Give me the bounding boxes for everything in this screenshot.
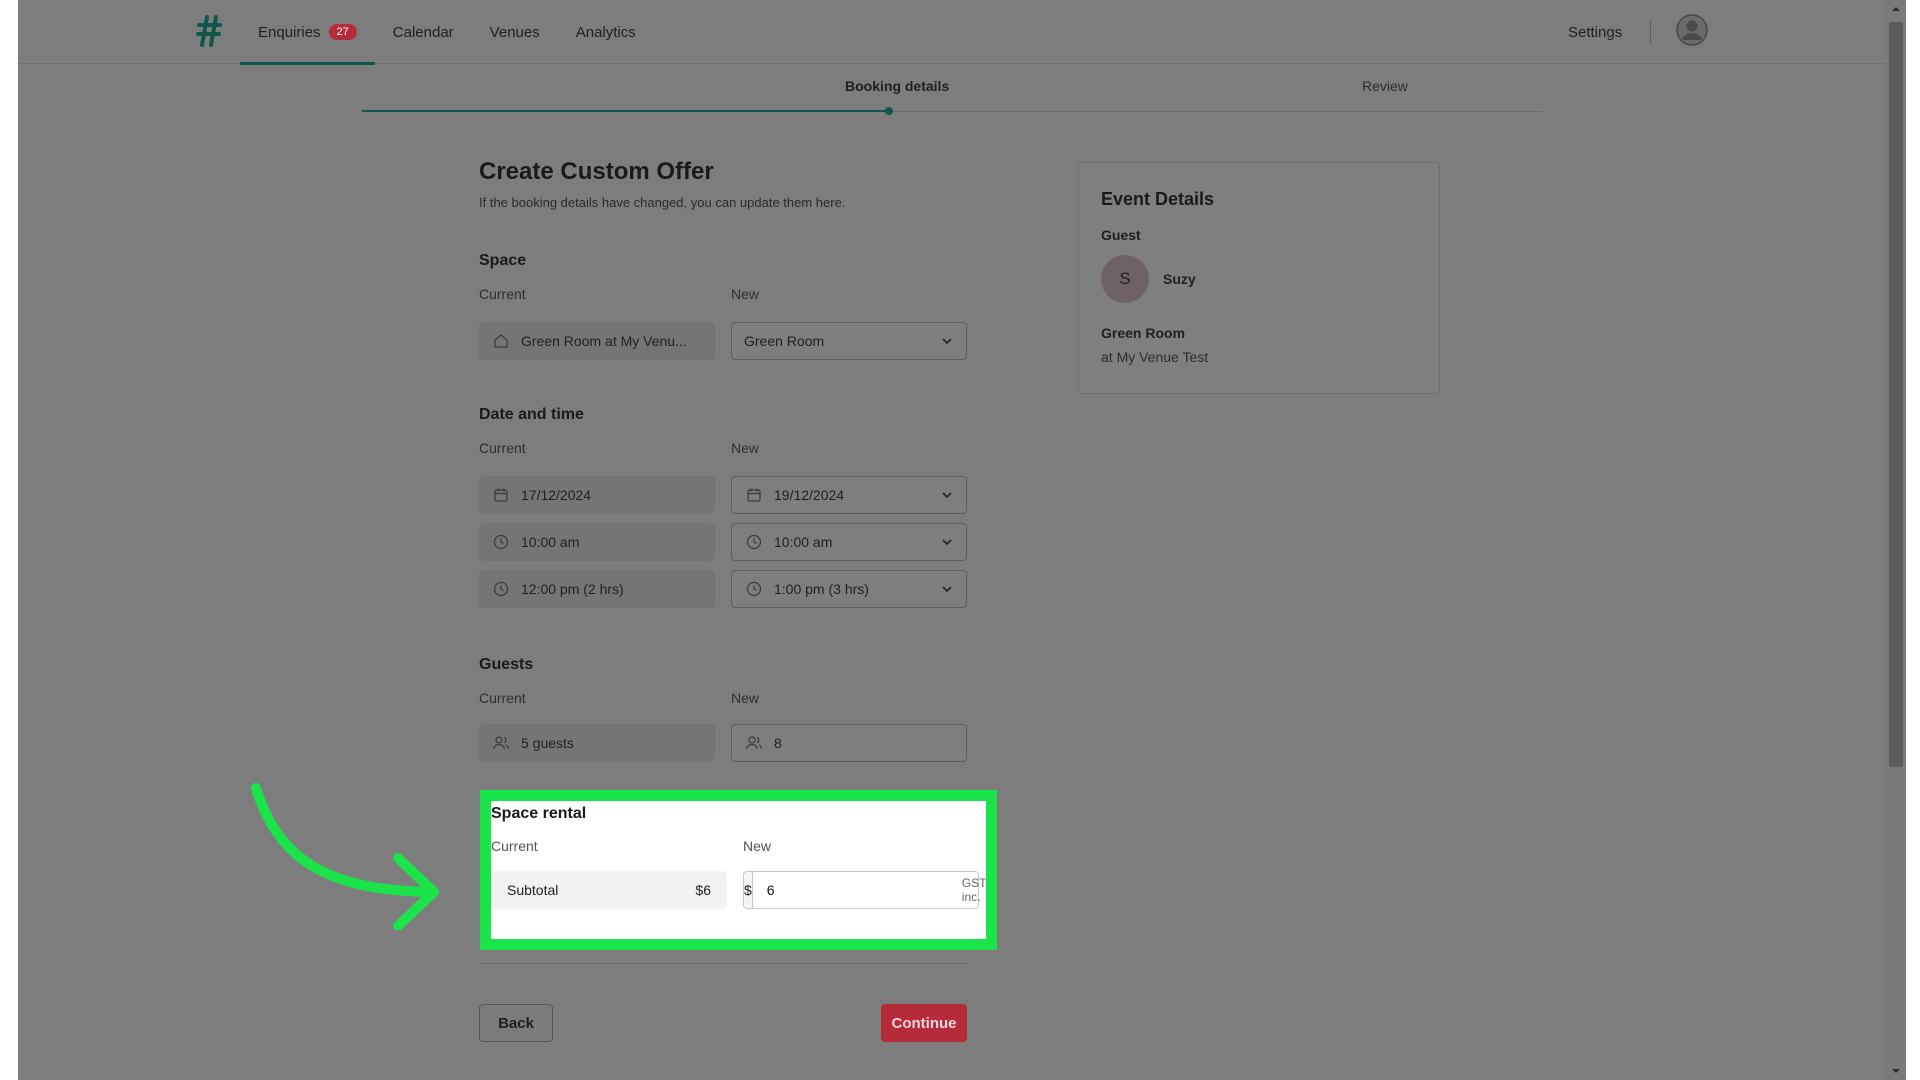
annotation-arrow-icon: [251, 783, 439, 930]
scroll-down-icon[interactable]: [1891, 1066, 1901, 1076]
end-time-current-field: 12:00 pm (2 hrs): [479, 570, 715, 608]
event-details-card: Event Details Guest S Suzy Green Room at…: [1078, 162, 1440, 394]
booking-steps: Booking details Review: [362, 76, 1542, 115]
guest-label: Guest: [1101, 227, 1141, 243]
continue-button[interactable]: Continue: [881, 1004, 967, 1042]
guests-current-label: Current: [479, 690, 526, 706]
steps-progress: [362, 110, 889, 112]
clock-icon: [744, 532, 764, 552]
chevron-down-icon: [940, 488, 954, 502]
nav-analytics-label: Analytics: [575, 23, 636, 41]
space-new-value: Green Room: [744, 333, 825, 349]
start-time-current-value: 10:00 am: [521, 534, 580, 550]
guests-current-field: 5 guests: [479, 724, 715, 762]
space-current-label: Current: [479, 286, 526, 302]
space-new-label: New: [731, 286, 760, 302]
nav-analytics[interactable]: Analytics: [558, 0, 654, 64]
rental-price-input[interactable]: [752, 872, 962, 908]
space-rental-title: Space rental: [491, 805, 587, 822]
clock-icon: [491, 579, 511, 599]
rental-new-price-field: $ GST inc.: [743, 871, 986, 909]
start-time-new-value: 10:00 am: [774, 534, 833, 550]
end-time-current-value: 12:00 pm (2 hrs): [521, 581, 624, 597]
guests-new-value: 8: [774, 735, 782, 751]
date-new-value: 19/12/2024: [774, 487, 845, 503]
user-avatar-icon[interactable]: [1676, 14, 1708, 46]
space-new-select[interactable]: Green Room: [731, 322, 967, 360]
clock-icon: [744, 579, 764, 599]
nav-enquiries[interactable]: Enquiries 27: [240, 0, 375, 65]
users-icon: [744, 733, 764, 753]
home-icon: [491, 331, 511, 351]
step-booking-details[interactable]: Booking details: [845, 78, 949, 94]
calendar-icon: [744, 485, 764, 505]
date-new-select[interactable]: 19/12/2024: [731, 476, 967, 514]
date-current-field: 17/12/2024: [479, 476, 715, 514]
rental-new-label: New: [743, 838, 772, 854]
clock-icon: [491, 532, 511, 552]
datetime-current-label: Current: [479, 440, 526, 456]
end-time-new-select[interactable]: 1:00 pm (3 hrs): [731, 570, 967, 608]
end-time-new-value: 1:00 pm (3 hrs): [774, 581, 869, 597]
start-time-current-field: 10:00 am: [479, 523, 715, 561]
page-overlay: Enquiries 27 Calendar Venues Analytics S…: [18, 0, 1886, 1080]
nav-venues[interactable]: Venues: [472, 0, 558, 64]
nav-venues-label: Venues: [489, 23, 540, 41]
nav-calendar[interactable]: Calendar: [375, 0, 472, 64]
steps-progress-dot: [885, 107, 893, 115]
currency-prefix: $: [744, 872, 753, 908]
rental-current-subtotal: Subtotal $6: [491, 871, 727, 909]
form-divider: [479, 963, 967, 964]
chevron-down-icon: [940, 334, 954, 348]
nav-enquiries-label: Enquiries: [258, 23, 321, 41]
back-button[interactable]: Back: [479, 1004, 553, 1042]
guest-avatar: S: [1101, 255, 1149, 303]
step-review[interactable]: Review: [1362, 78, 1408, 94]
guests-new-input[interactable]: 8: [731, 724, 967, 762]
scroll-up-icon[interactable]: [1891, 4, 1901, 14]
enquiries-count-badge: 27: [328, 24, 357, 40]
rental-current-label: Current: [491, 838, 538, 854]
guests-new-label: New: [731, 690, 760, 706]
subtotal-label: Subtotal: [507, 882, 559, 898]
page-subtitle: If the booking details have changed, you…: [479, 195, 846, 210]
gst-note: GST inc.: [961, 876, 987, 904]
main-nav: Enquiries 27 Calendar Venues Analytics: [240, 0, 654, 65]
offer-form-header: Create Custom Offer If the booking detai…: [479, 158, 969, 210]
nav-calendar-label: Calendar: [392, 23, 454, 41]
window-edge-right: [1906, 0, 1920, 1080]
date-current-value: 17/12/2024: [521, 487, 592, 503]
page-scrollbar[interactable]: [1886, 0, 1906, 1080]
event-details-title: Event Details: [1101, 189, 1215, 209]
subtotal-value: $6: [695, 882, 711, 898]
space-current-field: Green Room at My Venu...: [479, 322, 715, 360]
calendar-icon: [491, 485, 511, 505]
space-rental-section: Space rental Current New Subtotal $6 $ G…: [491, 801, 986, 939]
guests-section-title: Guests: [479, 656, 534, 673]
chevron-down-icon: [940, 535, 954, 549]
chevron-down-icon: [940, 582, 954, 596]
users-icon: [491, 733, 511, 753]
space-section-title: Space: [479, 252, 527, 269]
window-edge-left: [0, 0, 46, 1080]
scrollbar-thumb[interactable]: [1889, 22, 1903, 767]
top-navigation-bar: Enquiries 27 Calendar Venues Analytics S…: [18, 0, 1886, 65]
datetime-new-label: New: [731, 440, 760, 456]
space-rental-highlight: Space rental Current New Subtotal $6 $ G…: [480, 790, 997, 950]
brand-logo-icon[interactable]: [192, 14, 226, 48]
start-time-new-select[interactable]: 10:00 am: [731, 523, 967, 561]
header-divider: [1650, 20, 1651, 44]
event-room: Green Room: [1101, 325, 1186, 341]
datetime-section-title: Date and time: [479, 406, 584, 423]
page-title: Create Custom Offer: [479, 158, 714, 185]
guests-current-value: 5 guests: [521, 735, 574, 751]
settings-link[interactable]: Settings: [1568, 0, 1622, 64]
space-current-value: Green Room at My Venu...: [521, 333, 687, 349]
guest-name: Suzy: [1163, 271, 1196, 287]
event-venue: at My Venue Test: [1101, 349, 1209, 365]
